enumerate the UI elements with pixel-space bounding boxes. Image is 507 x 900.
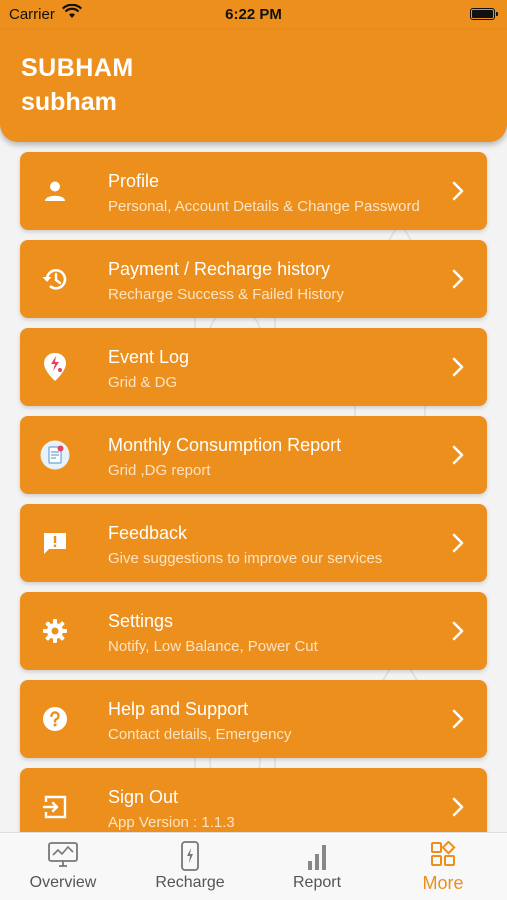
- status-bar: Carrier 6:22 PM: [0, 0, 507, 30]
- chevron-right-icon: [452, 445, 464, 465]
- menu-item-help-support[interactable]: Help and Support Contact details, Emerge…: [20, 680, 487, 758]
- menu-item-title: Sign Out: [108, 787, 179, 807]
- menu-item-subtitle: Grid ,DG report: [108, 462, 211, 479]
- location-bolt-icon: [40, 352, 70, 382]
- bar-chart-icon: [254, 841, 380, 871]
- chevron-right-icon: [452, 357, 464, 377]
- app-version-label: App Version : 1.1.3: [108, 814, 235, 831]
- menu-item-feedback[interactable]: Feedback Give suggestions to improve our…: [20, 504, 487, 582]
- menu-item-subtitle: Personal, Account Details & Change Passw…: [108, 198, 420, 215]
- person-icon: [40, 176, 70, 206]
- menu-item-profile[interactable]: Profile Personal, Account Details & Chan…: [20, 152, 487, 230]
- chevron-right-icon: [452, 797, 464, 817]
- menu-item-title: Settings: [108, 611, 174, 631]
- menu-item-subtitle: Recharge Success & Failed History: [108, 286, 344, 303]
- menu-item-payment-history[interactable]: Payment / Recharge history Recharge Succ…: [20, 240, 487, 318]
- tab-label: More: [422, 873, 464, 893]
- menu-item-title: Profile: [108, 171, 160, 191]
- report-icon: [40, 440, 70, 470]
- menu-item-monthly-report[interactable]: Monthly Consumption Report Grid ,DG repo…: [20, 416, 487, 494]
- status-time: 6:22 PM: [225, 6, 282, 23]
- phone-icon: [127, 841, 253, 871]
- tab-label: Report: [292, 874, 342, 891]
- chevron-right-icon: [452, 181, 464, 201]
- history-icon: [40, 264, 70, 294]
- tab-report[interactable]: Report: [254, 833, 380, 900]
- tab-more[interactable]: More: [380, 833, 506, 900]
- chevron-right-icon: [452, 269, 464, 289]
- tab-label: Recharge: [155, 874, 225, 891]
- gear-icon: [40, 616, 70, 646]
- user-name-upper: SUBHAM: [21, 54, 134, 82]
- menu-item-title: Feedback: [108, 523, 188, 543]
- monitor-icon: [0, 841, 126, 871]
- grid-icon: [380, 841, 506, 871]
- chevron-right-icon: [452, 709, 464, 729]
- menu-item-subtitle: Notify, Low Balance, Power Cut: [108, 638, 318, 655]
- feedback-icon: [40, 528, 70, 558]
- menu-item-subtitle: Contact details, Emergency: [108, 726, 292, 743]
- battery-icon: [470, 8, 498, 20]
- tab-recharge[interactable]: Recharge: [127, 833, 253, 900]
- sign-out-icon: [40, 792, 70, 822]
- menu-item-subtitle: Grid & DG: [108, 374, 178, 391]
- chevron-right-icon: [452, 533, 464, 553]
- menu-item-settings[interactable]: Settings Notify, Low Balance, Power Cut: [20, 592, 487, 670]
- menu-item-title: Event Log: [108, 347, 190, 367]
- tab-label: Overview: [29, 874, 97, 891]
- help-icon: [40, 704, 70, 734]
- profile-header: SUBHAM subham: [0, 30, 507, 142]
- chevron-right-icon: [452, 621, 464, 641]
- menu-item-title: Monthly Consumption Report: [108, 435, 342, 455]
- bottom-tab-bar: Overview Recharge Report More: [0, 832, 507, 900]
- menu-item-title: Help and Support: [108, 699, 249, 719]
- menu-item-event-log[interactable]: Event Log Grid & DG: [20, 328, 487, 406]
- menu-item-title: Payment / Recharge history: [108, 259, 331, 279]
- menu-item-subtitle: Give suggestions to improve our services: [108, 550, 383, 567]
- tab-overview[interactable]: Overview: [0, 833, 126, 900]
- user-name-lower: subham: [21, 88, 117, 116]
